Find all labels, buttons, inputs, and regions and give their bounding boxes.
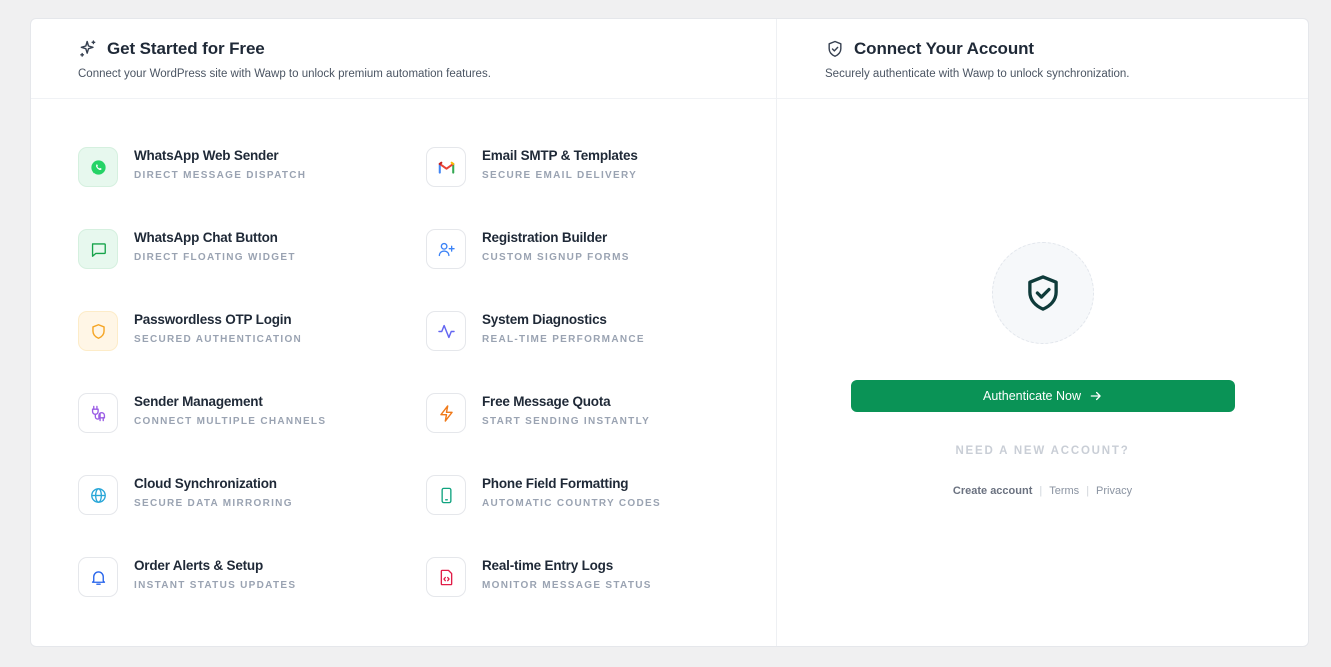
feature-subtitle: START SENDING INSTANTLY <box>482 416 651 427</box>
feature-title: Real-time Entry Logs <box>482 558 614 573</box>
feature-title: System Diagnostics <box>482 312 607 327</box>
feature-item: Cloud Synchronization SECURE DATA MIRROR… <box>78 475 426 557</box>
phone-icon <box>426 475 466 515</box>
connect-account-title-row: Connect Your Account <box>825 39 1308 59</box>
feature-item: Real-time Entry Logs MONITOR MESSAGE STA… <box>426 557 746 639</box>
onboarding-card: Get Started for Free Connect your WordPr… <box>30 18 1309 647</box>
connect-account-panel: Connect Your Account Securely authentica… <box>777 19 1308 646</box>
feature-text: WhatsApp Chat Button DIRECT FLOATING WID… <box>134 229 296 263</box>
arrow-right-icon <box>1090 391 1101 401</box>
shield-check-icon <box>825 39 845 59</box>
feature-text: Passwordless OTP Login SECURED AUTHENTIC… <box>134 311 302 345</box>
create-account-link[interactable]: Create account <box>953 485 1032 497</box>
feature-text: Phone Field Formatting AUTOMATIC COUNTRY… <box>482 475 661 509</box>
feature-title: Passwordless OTP Login <box>134 312 292 327</box>
feature-title: Registration Builder <box>482 230 608 245</box>
lightning-icon <box>426 393 466 433</box>
feature-title: Free Message Quota <box>482 394 611 409</box>
feature-text: Registration Builder CUSTOM SIGNUP FORMS <box>482 229 630 263</box>
get-started-title-row: Get Started for Free <box>78 39 776 59</box>
feature-subtitle: DIRECT MESSAGE DISPATCH <box>134 170 307 181</box>
connect-account-header: Connect Your Account Securely authentica… <box>777 19 1308 99</box>
get-started-subtitle: Connect your WordPress site with Wawp to… <box>78 68 491 80</box>
link-separator: | <box>1039 485 1043 497</box>
whatsapp-icon <box>78 147 118 187</box>
globe-icon <box>78 475 118 515</box>
connect-account-title: Connect Your Account <box>854 39 1034 58</box>
feature-item: Passwordless OTP Login SECURED AUTHENTIC… <box>78 311 426 393</box>
get-started-title: Get Started for Free <box>107 39 265 58</box>
need-account-label: NEED A NEW ACCOUNT? <box>955 445 1130 457</box>
user-plus-icon <box>426 229 466 269</box>
feature-item: Order Alerts & Setup INSTANT STATUS UPDA… <box>78 557 426 639</box>
feature-text: Cloud Synchronization SECURE DATA MIRROR… <box>134 475 293 509</box>
get-started-panel: Get Started for Free Connect your WordPr… <box>31 19 777 646</box>
privacy-link[interactable]: Privacy <box>1096 485 1132 497</box>
feature-subtitle: REAL-TIME PERFORMANCE <box>482 334 645 345</box>
gmail-icon <box>426 147 466 187</box>
connect-account-subtitle: Securely authenticate with Wawp to unloc… <box>825 68 1130 80</box>
authenticate-now-label: Authenticate Now <box>983 389 1081 403</box>
feature-item: Sender Management CONNECT MULTIPLE CHANN… <box>78 393 426 475</box>
feature-item: WhatsApp Chat Button DIRECT FLOATING WID… <box>78 229 426 311</box>
sparkles-icon <box>78 39 98 59</box>
shield-icon <box>78 311 118 351</box>
feature-text: Email SMTP & Templates SECURE EMAIL DELI… <box>482 147 638 181</box>
shield-check-large-icon <box>1028 275 1058 311</box>
feature-title: Cloud Synchronization <box>134 476 277 491</box>
plug-icon <box>78 393 118 433</box>
feature-title: WhatsApp Chat Button <box>134 230 278 245</box>
feature-title: Phone Field Formatting <box>482 476 629 491</box>
code-file-icon <box>426 557 466 597</box>
feature-item: Registration Builder CUSTOM SIGNUP FORMS <box>426 229 746 311</box>
feature-title: Email SMTP & Templates <box>482 148 638 163</box>
feature-subtitle: SECURE EMAIL DELIVERY <box>482 170 638 181</box>
link-separator: | <box>1086 485 1090 497</box>
feature-subtitle: AUTOMATIC COUNTRY CODES <box>482 498 661 509</box>
feature-text: System Diagnostics REAL-TIME PERFORMANCE <box>482 311 645 345</box>
feature-item: System Diagnostics REAL-TIME PERFORMANCE <box>426 311 746 393</box>
feature-text: Sender Management CONNECT MULTIPLE CHANN… <box>134 393 326 427</box>
feature-subtitle: SECURE DATA MIRRORING <box>134 498 293 509</box>
security-badge <box>992 242 1094 344</box>
feature-text: WhatsApp Web Sender DIRECT MESSAGE DISPA… <box>134 147 306 181</box>
feature-subtitle: CONNECT MULTIPLE CHANNELS <box>134 416 327 427</box>
feature-item: Free Message Quota START SENDING INSTANT… <box>426 393 746 475</box>
feature-text: Real-time Entry Logs MONITOR MESSAGE STA… <box>482 557 652 591</box>
feature-subtitle: INSTANT STATUS UPDATES <box>134 580 297 591</box>
features-grid: WhatsApp Web Sender DIRECT MESSAGE DISPA… <box>78 147 746 639</box>
feature-subtitle: MONITOR MESSAGE STATUS <box>482 580 652 591</box>
feature-item: WhatsApp Web Sender DIRECT MESSAGE DISPA… <box>78 147 426 229</box>
account-links: Create account | Terms | Privacy <box>777 485 1308 497</box>
feature-subtitle: DIRECT FLOATING WIDGET <box>134 252 296 263</box>
feature-subtitle: CUSTOM SIGNUP FORMS <box>482 252 630 263</box>
feature-text: Free Message Quota START SENDING INSTANT… <box>482 393 650 427</box>
terms-link[interactable]: Terms <box>1049 485 1079 497</box>
chat-bubble-icon <box>78 229 118 269</box>
feature-title: Sender Management <box>134 394 263 409</box>
bell-icon <box>78 557 118 597</box>
activity-icon <box>426 311 466 351</box>
authenticate-now-button[interactable]: Authenticate Now <box>851 380 1235 412</box>
get-started-header: Get Started for Free Connect your WordPr… <box>31 19 776 99</box>
feature-title: Order Alerts & Setup <box>134 558 264 573</box>
feature-subtitle: SECURED AUTHENTICATION <box>134 334 303 345</box>
feature-item: Phone Field Formatting AUTOMATIC COUNTRY… <box>426 475 746 557</box>
feature-title: WhatsApp Web Sender <box>134 148 279 163</box>
feature-text: Order Alerts & Setup INSTANT STATUS UPDA… <box>134 557 296 591</box>
feature-item: Email SMTP & Templates SECURE EMAIL DELI… <box>426 147 746 229</box>
